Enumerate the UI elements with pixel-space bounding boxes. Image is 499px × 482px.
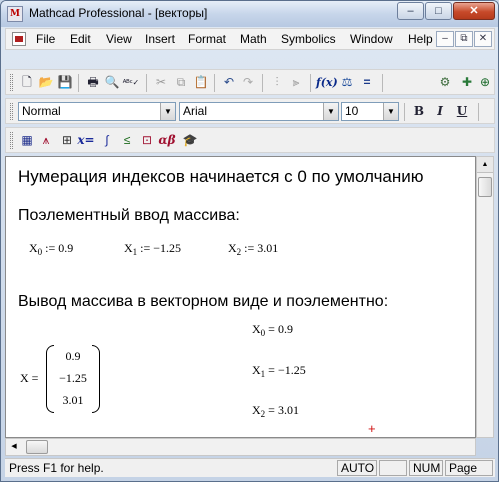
toolbar-grip[interactable] [10,103,13,120]
crosshair-cursor: + [368,421,376,436]
status-num: NUM [409,460,443,476]
menu-format[interactable]: Format [188,32,226,46]
standard-toolbar: 🗋 📂 💾 🖶 🔍 ᴬᴮᶜ✓ ✂ ⧉ 📋 ↶ ↷ ⫶ ⫸ f(x) ⚖ = ⚙ … [5,69,495,95]
menu-bar: File Edit View Insert Format Math Symbol… [5,28,495,50]
maximize-button[interactable]: □ [425,2,452,20]
insert-function-icon[interactable]: f(x) [316,74,338,91]
vector-cell-2: 3.01 [62,393,84,407]
status-page: Page [445,460,493,476]
scroll-left-icon[interactable]: ◀ [6,439,22,455]
spell-check-icon[interactable]: ᴬᴮᶜ✓ [122,74,140,91]
graph-icon[interactable]: ⩚ [37,132,55,149]
resource-center-icon[interactable]: ✚ [458,74,476,91]
close-button[interactable]: ✕ [453,2,495,20]
chevron-down-icon[interactable]: ▼ [323,103,338,120]
text-region-heading-output[interactable]: Вывод массива в векторном виде и поэлеме… [18,293,388,311]
align-icon[interactable]: ⫶ [268,74,286,91]
font-size-value: 10 [345,104,359,118]
programming-icon[interactable]: ⊡ [138,132,156,149]
copy-icon[interactable]: ⧉ [172,74,190,91]
toolbar-grip[interactable] [10,132,13,149]
horizontal-scrollbar[interactable]: ◀ [5,438,476,456]
menu-symbolics[interactable]: Symbolics [281,32,336,46]
paste-icon[interactable]: 📋 [192,74,210,91]
doc-close-button[interactable]: ✕ [474,31,492,47]
redo-icon[interactable]: ↷ [239,74,257,91]
menu-math[interactable]: Math [240,32,267,46]
formatting-toolbar: Normal ▼ Arial ▼ 10 ▼ B I U [5,98,495,124]
component-icon[interactable]: ⚙ [436,74,454,91]
menu-insert[interactable]: Insert [145,32,175,46]
evaluation-icon[interactable]: x= [77,132,95,149]
worksheet[interactable]: Нумерация индексов начинается с 0 по умо… [5,156,476,438]
status-bar: Press F1 for help. AUTO NUM Page [5,458,495,477]
web-icon[interactable]: ⊕ [476,74,494,91]
menu-help[interactable]: Help [408,32,433,46]
undo-icon[interactable]: ↶ [220,74,238,91]
open-icon[interactable]: 📂 [37,74,55,91]
minimize-button[interactable]: – [397,2,424,20]
greek-icon[interactable]: αβ [158,132,176,149]
style-select[interactable]: Normal ▼ [18,102,176,121]
math-region-result-2[interactable]: X2 = 3.01 [252,403,299,419]
font-value: Arial [183,104,208,118]
menu-window[interactable]: Window [350,32,393,46]
chevron-down-icon[interactable]: ▼ [383,103,398,120]
bold-button[interactable]: B [410,103,428,120]
calculator-icon[interactable]: ▦ [18,132,36,149]
print-icon[interactable]: 🖶 [84,74,102,91]
vertical-scroll-thumb[interactable] [478,177,492,197]
print-preview-icon[interactable]: 🔍 [103,74,121,91]
calculus-icon[interactable]: ∫ [98,132,116,149]
font-select[interactable]: Arial ▼ [179,102,339,121]
math-toolbar: ▦ ⩚ ⊞ x= ∫ ≤ ⊡ αβ 🎓 [5,127,495,153]
text-region-heading-input[interactable]: Поэлементный ввод массива: [18,207,240,225]
italic-button[interactable]: I [431,103,449,120]
boolean-icon[interactable]: ≤ [118,132,136,149]
status-auto: AUTO [337,460,377,476]
math-region-assign-1[interactable]: X1 := −1.25 [124,241,181,257]
vertical-scrollbar[interactable]: ▲ [476,156,494,438]
window-title: Mathcad Professional - [векторы] [29,6,208,20]
font-size-select[interactable]: 10 ▼ [341,102,399,121]
menu-file[interactable]: File [36,32,55,46]
new-icon[interactable]: 🗋 [18,74,36,91]
menu-edit[interactable]: Edit [70,32,91,46]
save-icon[interactable]: 💾 [56,74,74,91]
chevron-down-icon[interactable]: ▼ [160,103,175,120]
text-region-note[interactable]: Нумерация индексов начинается с 0 по умо… [18,167,424,187]
insert-unit-icon[interactable]: ⚖ [338,74,356,91]
math-region-result-0[interactable]: X0 = 0.9 [252,322,293,338]
underline-button[interactable]: U [453,103,471,120]
doc-minimize-button[interactable]: – [436,31,454,47]
vector-result[interactable]: 0.9 −1.25 3.01 [46,345,100,413]
horizontal-scroll-thumb[interactable] [26,440,48,454]
align-down-icon[interactable]: ⫸ [287,74,305,91]
symbolic-icon[interactable]: 🎓 [181,132,199,149]
math-region-result-1[interactable]: X1 = −1.25 [252,363,306,379]
math-region-vector-lhs[interactable]: X = [20,371,38,386]
math-region-assign-2[interactable]: X2 := 3.01 [228,241,278,257]
menu-view[interactable]: View [106,32,132,46]
toolbar-grip[interactable] [10,74,13,91]
vector-cell-0: 0.9 [65,349,81,363]
math-region-assign-0[interactable]: X0 := 0.9 [29,241,73,257]
title-bar: M Mathcad Professional - [векторы] – □ ✕ [1,1,498,27]
doc-restore-button[interactable]: ⧉ [455,31,473,47]
calculate-icon[interactable]: = [358,74,376,91]
cut-icon[interactable]: ✂ [152,74,170,91]
scroll-up-icon[interactable]: ▲ [477,157,493,173]
app-window: M Mathcad Professional - [векторы] – □ ✕… [0,0,499,482]
mathcad-app-icon[interactable]: M [7,6,23,22]
status-help-text: Press F1 for help. [9,461,104,475]
document-icon[interactable] [12,32,26,46]
status-empty [379,460,407,476]
vector-cell-1: −1.25 [59,371,87,385]
style-value: Normal [22,104,61,118]
matrix-icon[interactable]: ⊞ [58,132,76,149]
